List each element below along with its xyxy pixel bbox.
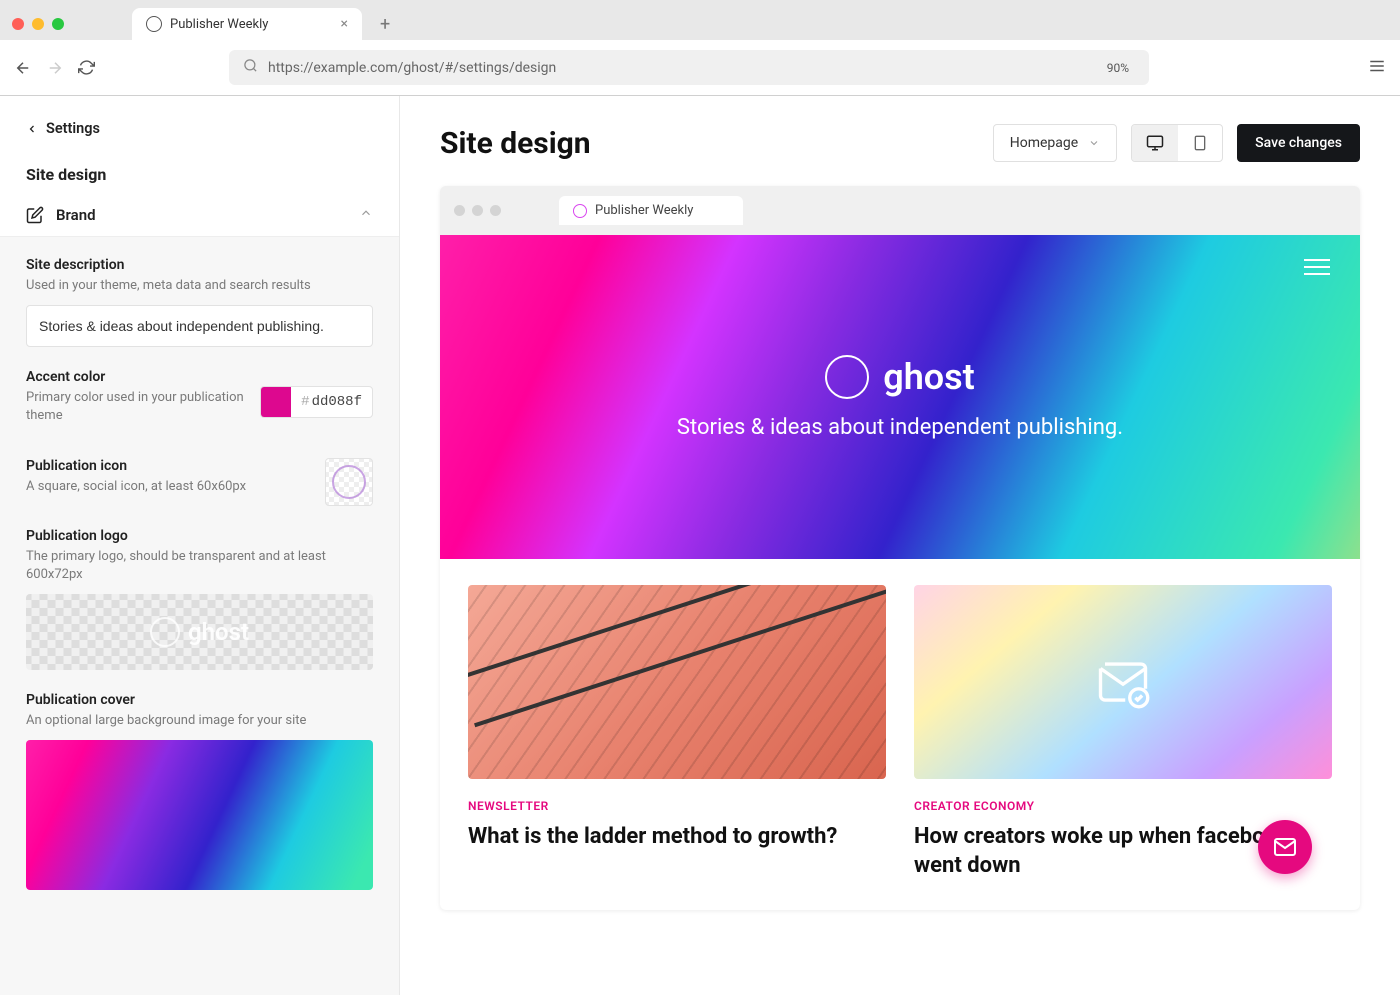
ghost-logo-icon (825, 355, 869, 399)
card-category: NEWSLETTER (468, 799, 886, 813)
field-label: Site description (26, 257, 373, 273)
card-category: CREATOR ECONOMY (914, 799, 1332, 813)
search-icon (243, 58, 258, 77)
tab-title: Publisher Weekly (170, 17, 268, 32)
field-label: Publication cover (26, 692, 373, 708)
browser-menu-button[interactable] (1368, 57, 1386, 79)
field-label: Publication logo (26, 528, 373, 544)
field-publication-logo: Publication logo The primary logo, shoul… (26, 528, 373, 670)
preview-tab-title: Publisher Weekly (595, 203, 693, 218)
site-preview: Publisher Weekly ghost Stories & ideas a… (440, 186, 1360, 910)
sidebar-title: Site design (0, 153, 399, 194)
preview-card[interactable]: NEWSLETTER What is the ladder method to … (468, 585, 886, 880)
preview-favicon-icon (573, 204, 587, 218)
desktop-icon (1146, 134, 1164, 152)
main-content: Site design Homepage Save changes (400, 96, 1400, 995)
address-bar[interactable]: https://example.com/ghost/#/settings/des… (229, 50, 1149, 85)
url-text: https://example.com/ghost/#/settings/des… (268, 60, 556, 76)
publication-cover-preview[interactable] (26, 740, 373, 890)
field-help: Used in your theme, meta data and search… (26, 277, 373, 295)
card-title: What is the ladder method to growth? (468, 823, 886, 852)
card-image (914, 585, 1332, 779)
brand-panel: Site description Used in your theme, met… (0, 237, 399, 995)
field-publication-cover: Publication cover An optional large back… (26, 692, 373, 890)
color-swatch[interactable] (261, 387, 291, 417)
dropdown-label: Homepage (1010, 135, 1078, 151)
window-controls (12, 18, 64, 30)
site-description-input[interactable] (26, 305, 373, 347)
forward-button[interactable] (46, 59, 64, 77)
field-help: The primary logo, should be transparent … (26, 548, 373, 584)
back-to-settings-link[interactable]: Settings (0, 96, 399, 153)
favicon-icon (146, 16, 162, 32)
preview-cards: NEWSLETTER What is the ladder method to … (440, 559, 1360, 910)
icon-preview-image (332, 465, 366, 499)
field-label: Accent color (26, 369, 260, 385)
minimize-window-icon[interactable] (32, 18, 44, 30)
new-tab-button[interactable]: + (370, 14, 400, 35)
hero-tagline: Stories & ideas about independent publis… (677, 415, 1123, 440)
card-image (468, 585, 886, 779)
reload-button[interactable] (78, 59, 95, 76)
preview-hero: ghost Stories & ideas about independent … (440, 235, 1360, 559)
ghost-logo-text: ghost (188, 618, 249, 646)
field-publication-icon: Publication icon A square, social icon, … (26, 458, 373, 506)
accent-color-picker[interactable]: #dd088f (260, 386, 373, 418)
preview-tab: Publisher Weekly (559, 196, 743, 225)
field-help: An optional large background image for y… (26, 712, 373, 730)
preview-traffic-light (472, 205, 483, 216)
back-button[interactable] (14, 59, 32, 77)
device-toggle (1131, 124, 1223, 162)
field-help: Primary color used in your publication t… (26, 389, 260, 425)
close-window-icon[interactable] (12, 18, 24, 30)
preview-window-controls (454, 205, 501, 216)
browser-tab[interactable]: Publisher Weekly × (132, 8, 362, 40)
field-accent-color: Accent color Primary color used in your … (26, 369, 373, 435)
desktop-view-button[interactable] (1132, 125, 1178, 161)
mobile-view-button[interactable] (1178, 125, 1222, 161)
back-label: Settings (46, 120, 100, 137)
save-changes-button[interactable]: Save changes (1237, 124, 1360, 162)
section-label: Brand (56, 206, 96, 224)
chevron-down-icon (1088, 137, 1100, 149)
publication-icon-preview[interactable] (325, 458, 373, 506)
hex-input[interactable]: #dd088f (291, 388, 372, 416)
zoom-level[interactable]: 90% (1101, 59, 1135, 77)
close-tab-icon[interactable]: × (341, 16, 348, 32)
page-select-dropdown[interactable]: Homepage (993, 124, 1117, 162)
preview-traffic-light (490, 205, 501, 216)
mail-icon (1273, 835, 1297, 859)
app-frame: Settings Site design Brand Site descript… (0, 96, 1400, 995)
preview-traffic-light (454, 205, 465, 216)
chevron-left-icon (26, 123, 38, 135)
field-site-description: Site description Used in your theme, met… (26, 257, 373, 347)
sidebar-section-brand[interactable]: Brand (0, 194, 399, 237)
chevron-up-icon (359, 206, 373, 224)
mobile-icon (1192, 135, 1208, 151)
edit-icon (26, 206, 44, 224)
hamburger-menu-icon[interactable] (1304, 259, 1330, 275)
sidebar: Settings Site design Brand Site descript… (0, 96, 400, 995)
preview-logo: ghost (825, 355, 975, 399)
maximize-window-icon[interactable] (52, 18, 64, 30)
publication-logo-preview[interactable]: ghost (26, 594, 373, 670)
field-help: A square, social icon, at least 60x60px (26, 478, 246, 496)
subscribe-fab[interactable] (1258, 820, 1312, 874)
browser-toolbar: https://example.com/ghost/#/settings/des… (0, 40, 1400, 95)
header-controls: Homepage Save changes (993, 124, 1360, 162)
main-header: Site design Homepage Save changes (440, 124, 1360, 162)
browser-chrome: Publisher Weekly × + https://example.com… (0, 0, 1400, 96)
ghost-logo-icon (150, 617, 180, 647)
mail-check-icon (1096, 655, 1150, 709)
browser-tab-bar: Publisher Weekly × + (0, 0, 1400, 40)
page-title: Site design (440, 126, 591, 161)
field-label: Publication icon (26, 458, 246, 474)
hero-brand-text: ghost (883, 356, 975, 398)
preview-browser-chrome: Publisher Weekly (440, 186, 1360, 235)
